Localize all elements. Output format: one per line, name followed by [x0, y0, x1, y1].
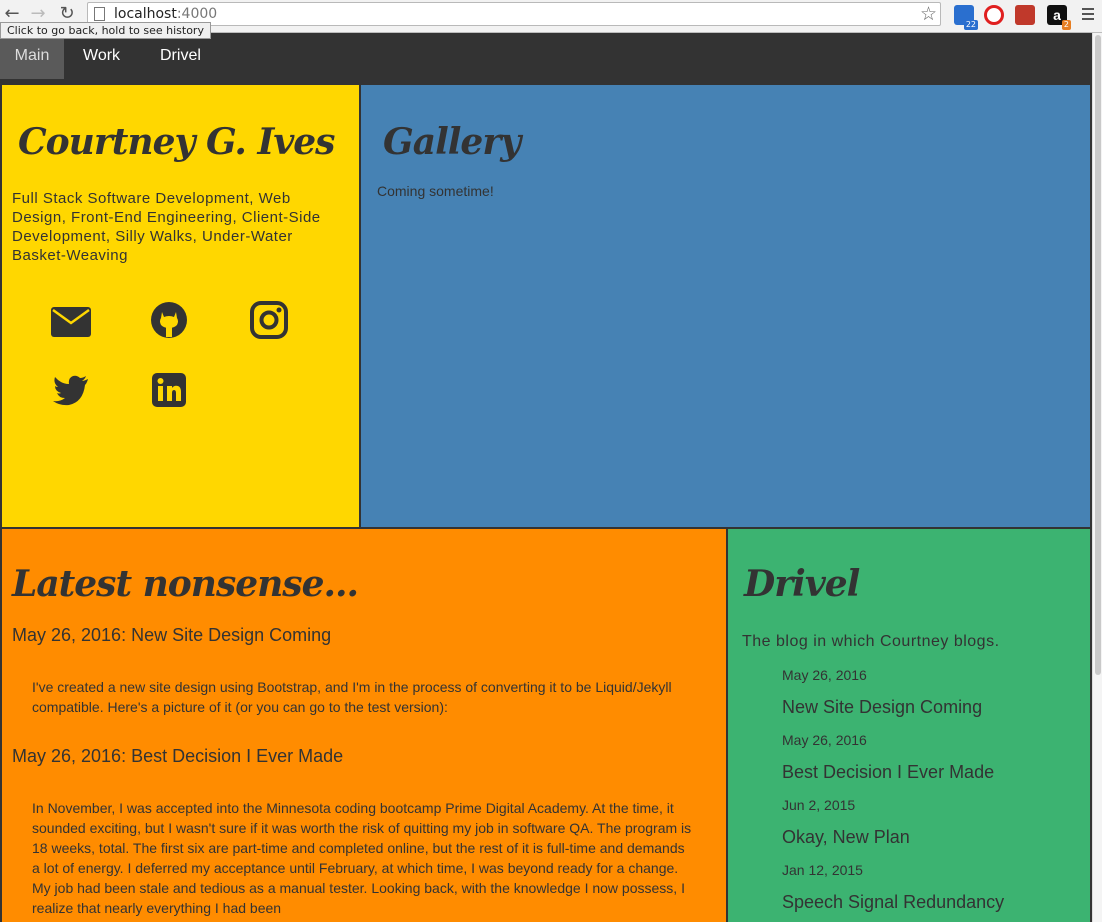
latest-panel: Latest nonsense... May 26, 2016: New Sit…	[0, 527, 728, 922]
back-button[interactable]: ←	[2, 4, 22, 24]
site-nav: Main Work Drivel	[0, 33, 1092, 83]
blog-date: Jan 12, 2015	[782, 862, 863, 878]
about-title: Courtney G. Ives	[18, 121, 335, 163]
drivel-title: Drivel	[744, 563, 860, 605]
envelope-icon[interactable]	[50, 301, 92, 343]
post-title[interactable]: May 26, 2016: Best Decision I Ever Made	[12, 746, 343, 767]
nav-work[interactable]: Work	[83, 33, 120, 79]
post-body: In November, I was accepted into the Min…	[32, 800, 692, 916]
scroll-thumb[interactable]	[1095, 35, 1101, 675]
back-tooltip: Click to go back, hold to see history	[0, 22, 211, 39]
url-text: localhost:4000	[114, 6, 218, 22]
blog-link[interactable]: Speech Signal Redundancy	[782, 892, 1004, 913]
blog-link[interactable]: New Site Design Coming	[782, 697, 982, 718]
page-icon	[94, 7, 105, 21]
nav-main[interactable]: Main	[0, 33, 64, 79]
post-title[interactable]: May 26, 2016: New Site Design Coming	[12, 625, 331, 646]
page-scrollbar[interactable]	[1092, 33, 1102, 922]
instagram-icon[interactable]	[248, 299, 290, 341]
drivel-panel: Drivel The blog in which Courtney blogs.…	[726, 527, 1092, 922]
blog-link[interactable]: Okay, New Plan	[782, 827, 910, 848]
forward-button[interactable]: →	[28, 4, 48, 24]
reload-button[interactable]: ↻	[57, 4, 77, 24]
latest-title: Latest nonsense...	[12, 563, 359, 605]
drivel-subtitle: The blog in which Courtney blogs.	[742, 633, 1000, 650]
github-icon[interactable]	[148, 299, 190, 341]
lastpass-extension-icon[interactable]	[1015, 5, 1035, 25]
opera-extension-icon[interactable]	[984, 5, 1004, 25]
twitter-icon[interactable]	[50, 369, 92, 411]
amazon-extension-icon[interactable]: a 2	[1047, 5, 1071, 30]
gallery-panel: Gallery Coming sometime!	[359, 83, 1092, 529]
translate-extension-icon[interactable]: 22	[954, 5, 978, 30]
nav-drivel[interactable]: Drivel	[160, 33, 201, 79]
blog-link[interactable]: Best Decision I Ever Made	[782, 762, 994, 783]
blog-date: May 26, 2016	[782, 732, 867, 748]
about-panel: Courtney G. Ives Full Stack Software Dev…	[0, 83, 361, 529]
bookmark-star-icon[interactable]: ☆	[920, 3, 937, 25]
gallery-title: Gallery	[383, 121, 521, 163]
post-body: I've created a new site design using Boo…	[32, 679, 672, 715]
linkedin-icon[interactable]	[148, 369, 190, 411]
gallery-text: Coming sometime!	[377, 183, 494, 199]
blog-date: May 26, 2016	[782, 667, 867, 683]
address-bar[interactable]: localhost:4000 ☆	[87, 2, 941, 26]
blog-date: Jun 2, 2015	[782, 797, 856, 813]
browser-menu-icon[interactable]	[1082, 8, 1094, 20]
about-description: Full Stack Software Development, Web Des…	[12, 190, 321, 264]
